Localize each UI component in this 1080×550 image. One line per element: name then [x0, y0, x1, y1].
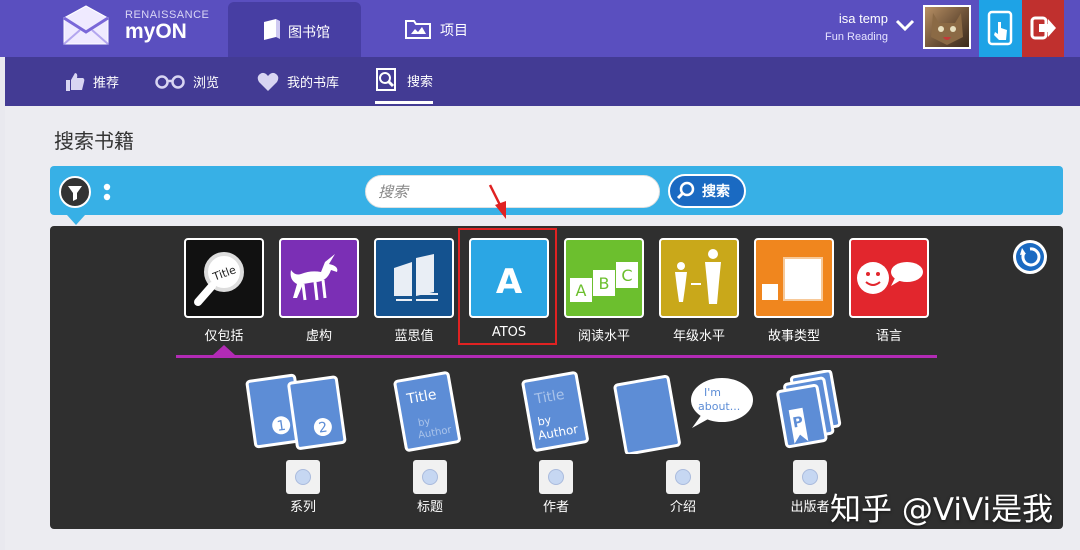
nav-my-library[interactable]: 我的书库: [257, 57, 339, 106]
series-label: 系列: [289, 500, 316, 515]
nav-search[interactable]: 搜索: [375, 59, 434, 104]
nav-recommended-label: 推荐: [93, 76, 120, 91]
reset-filters-button[interactable]: [1013, 240, 1047, 274]
growth-figures-icon: [675, 249, 721, 304]
about-label: 介绍: [669, 500, 696, 515]
kitten-avatar-icon: [931, 13, 963, 45]
title-book-by: by: [417, 416, 431, 429]
nav-browse[interactable]: 浏览: [155, 57, 219, 106]
page-title: 搜索书籍: [54, 129, 134, 153]
tab-projects[interactable]: 项目: [400, 2, 520, 57]
highlight-box: [458, 228, 557, 345]
tile-lexile[interactable]: [374, 238, 454, 318]
tile-story-type[interactable]: [754, 238, 834, 318]
more-options-icon[interactable]: [103, 183, 111, 203]
tab-library[interactable]: 图书馆: [228, 2, 361, 57]
abc-blocks-icon: A B C: [570, 262, 638, 302]
block-b-letter: B: [599, 274, 610, 293]
title-checkbox[interactable]: [413, 460, 447, 494]
chevron-down-icon[interactable]: [895, 18, 915, 32]
title-book-icon: Title by Author: [393, 371, 461, 452]
tile-story-type-label: 故事类型: [767, 329, 820, 344]
publisher-checkbox[interactable]: [793, 460, 827, 494]
refresh-icon: [1016, 243, 1044, 271]
top-header: RENAISSANCE myON 图书馆 项目 isa temp Fun Rea…: [0, 0, 1080, 57]
magnifier-icon: [676, 181, 695, 200]
unicorn-icon: [290, 254, 338, 301]
publisher-books-icon: P: [776, 370, 842, 449]
tile-grade-level-label: 年级水平: [672, 329, 725, 344]
funnel-icon: [68, 186, 82, 201]
logout-icon: [1030, 16, 1056, 40]
about-bubble-line2: about...: [698, 400, 740, 413]
search-book-icon: [376, 68, 396, 91]
author-book-icon: Title by Author: [521, 371, 589, 452]
radio-dot: [422, 469, 438, 485]
nav-my-library-label: 我的书库: [287, 76, 340, 91]
radio-dot: [548, 469, 564, 485]
title-label: 标题: [416, 500, 443, 515]
filter-panel-pointer: [67, 215, 85, 225]
brand-myon: myON: [125, 20, 187, 43]
radio-dot: [675, 469, 691, 485]
secondary-nav: 推荐 浏览 我的书库 搜索: [5, 57, 1080, 106]
tile-language[interactable]: [849, 238, 929, 318]
tile-include-only-label: 仅包括: [204, 329, 244, 344]
about-book-icon: I'm about...: [613, 374, 753, 454]
thumbs-up-icon: [66, 72, 85, 91]
logout-button[interactable]: [1022, 0, 1064, 57]
nav-recommended[interactable]: 推荐: [65, 57, 119, 106]
tile-fiction[interactable]: [279, 238, 359, 318]
selection-pointer: [213, 345, 235, 355]
tab-projects-label: 项目: [440, 23, 468, 39]
search-button-label: 搜索: [702, 184, 730, 200]
glasses-icon: [155, 74, 185, 89]
tablet-touch-icon: [987, 10, 1013, 46]
block-a-letter: A: [576, 281, 587, 300]
radio-dot: [295, 469, 311, 485]
tablet-mode-button[interactable]: [979, 0, 1022, 57]
story-pages-icon: [762, 257, 823, 301]
nav-search-label: 搜索: [407, 74, 434, 90]
heart-icon: [257, 72, 279, 91]
avatar[interactable]: [923, 5, 971, 49]
search-button[interactable]: 搜索: [668, 174, 746, 208]
user-role: Fun Reading: [825, 31, 888, 43]
speech-face-icon: [857, 262, 923, 294]
tile-include-only[interactable]: Title: [184, 238, 264, 318]
magnifier-title-icon: Title: [194, 252, 244, 306]
tile-reading-level[interactable]: A B C: [564, 238, 644, 318]
nav-browse-label: 浏览: [193, 76, 220, 91]
block-c-letter: C: [621, 266, 632, 285]
watermark: 知乎 @ViVi是我: [830, 492, 1054, 528]
series-books-icon: 1 2: [245, 373, 347, 450]
lexile-books-icon: [394, 254, 438, 301]
author-checkbox[interactable]: [539, 460, 573, 494]
book-icon: [264, 19, 280, 40]
myon-logo-icon[interactable]: [60, 4, 112, 46]
folder-icon: [405, 20, 431, 39]
author-label: 作者: [542, 500, 569, 515]
red-arrow-icon: [488, 184, 506, 219]
about-bubble-line1: I'm: [704, 386, 721, 399]
filter-toggle-button[interactable]: [59, 176, 91, 208]
about-checkbox[interactable]: [666, 460, 700, 494]
tile-lexile-label: 蓝思值: [394, 329, 434, 344]
tile-language-label: 语言: [875, 329, 902, 344]
tile-reading-level-label: 阅读水平: [577, 329, 630, 344]
tile-fiction-label: 虚构: [305, 329, 332, 344]
tile-grade-level[interactable]: [659, 238, 739, 318]
series-checkbox[interactable]: [286, 460, 320, 494]
user-name[interactable]: isa temp: [839, 11, 888, 26]
radio-dot: [802, 469, 818, 485]
selection-underline: [176, 355, 937, 358]
tab-library-label: 图书馆: [288, 25, 330, 41]
